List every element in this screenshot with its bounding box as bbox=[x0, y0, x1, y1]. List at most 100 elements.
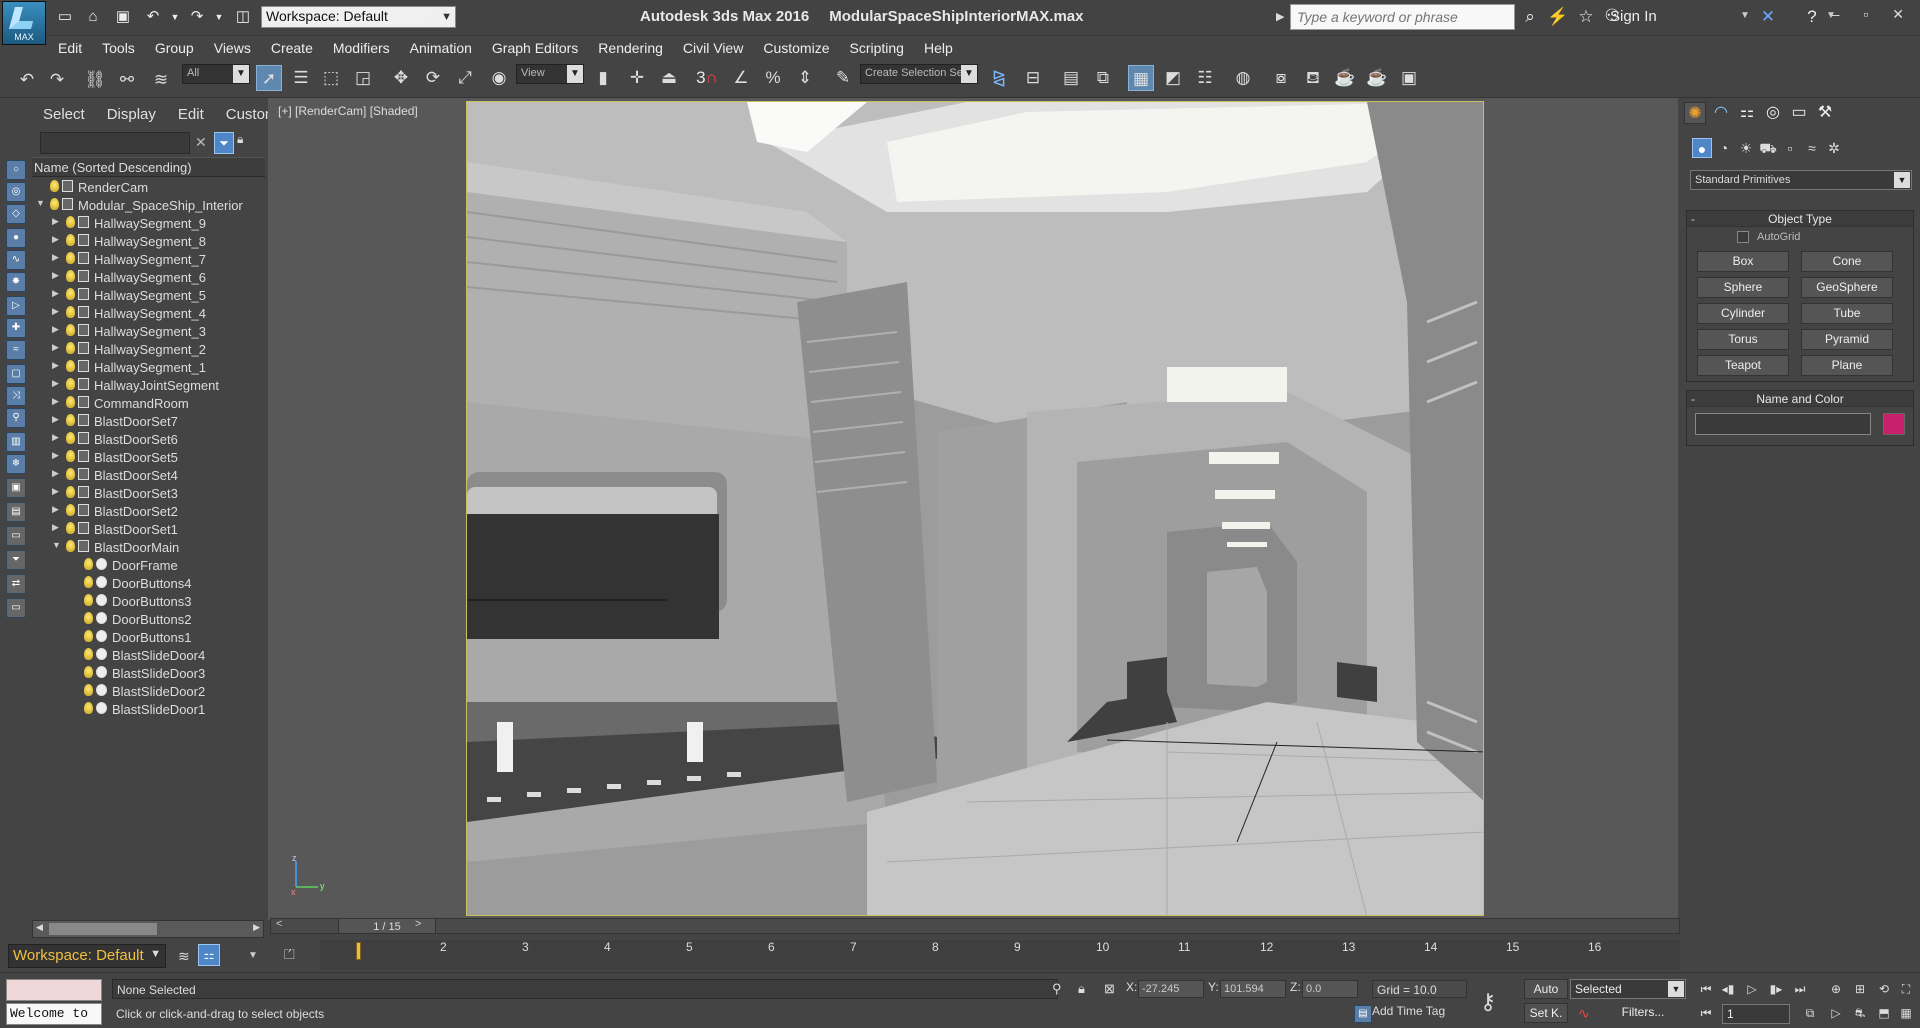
hidden-filter-icon[interactable]: ▣ bbox=[6, 478, 26, 498]
expand-arrow-icon[interactable]: ▶ bbox=[52, 306, 59, 317]
tree-row[interactable]: ▶ HallwaySegment_1 bbox=[32, 359, 265, 377]
display-tab-icon[interactable]: ▭ bbox=[1788, 102, 1810, 124]
time-config-icon[interactable]: ⧉ bbox=[1800, 1003, 1820, 1023]
expand-arrow-icon[interactable]: ▶ bbox=[52, 342, 59, 353]
bind-space-warp-icon[interactable]: ≋ bbox=[148, 67, 174, 93]
render-in-cloud-icon[interactable]: ▣ bbox=[1396, 65, 1422, 91]
select-object-icon[interactable]: ➚ bbox=[256, 65, 282, 91]
render-iterative-icon[interactable]: ☕ bbox=[1364, 65, 1390, 91]
expand-arrow-icon[interactable]: ▶ bbox=[52, 468, 59, 479]
object-type-header[interactable]: - Object Type bbox=[1687, 211, 1913, 227]
select-and-rotate-icon[interactable]: ⟳ bbox=[420, 65, 446, 91]
binoculars-icon[interactable]: ⌕ bbox=[1518, 5, 1542, 29]
space-warps-icon[interactable]: ≈ bbox=[1802, 138, 1822, 158]
filter-toggle-icon[interactable]: ⏷ bbox=[6, 550, 26, 570]
favorites-star-icon[interactable]: ☆ bbox=[1574, 5, 1598, 29]
material-editor-icon[interactable]: ◍ bbox=[1230, 65, 1256, 91]
utilities-tab-icon[interactable]: ⚒ bbox=[1814, 102, 1836, 124]
set-key-button[interactable]: Set K. bbox=[1524, 1003, 1568, 1023]
visibility-bulb-icon[interactable] bbox=[66, 306, 75, 318]
visibility-bulb-icon[interactable] bbox=[84, 576, 93, 588]
selection-lock-icon[interactable]: 🔒︎ bbox=[1078, 981, 1085, 997]
tree-row[interactable]: BlastSlideDoor4 bbox=[32, 647, 265, 665]
visibility-bulb-icon[interactable] bbox=[66, 234, 75, 246]
absolute-mode-icon[interactable]: ⊠ bbox=[1104, 981, 1115, 997]
next-frame-icon[interactable]: ▮▸ bbox=[1766, 979, 1786, 999]
time-cursor[interactable] bbox=[356, 942, 361, 960]
x-coordinate-field[interactable]: -27.245 bbox=[1138, 980, 1204, 998]
tube-button[interactable]: Tube bbox=[1801, 303, 1893, 324]
viewport-render[interactable] bbox=[466, 101, 1484, 916]
tree-row[interactable]: DoorFrame bbox=[32, 557, 265, 575]
explorer-menu-edit[interactable]: Edit bbox=[167, 106, 215, 123]
tree-row[interactable]: BlastSlideDoor1 bbox=[32, 701, 265, 719]
render-setup-icon[interactable]: ⧇ bbox=[1268, 65, 1294, 91]
go-to-start-icon[interactable]: ⏮ bbox=[1696, 979, 1716, 999]
visibility-bulb-icon[interactable] bbox=[66, 486, 75, 498]
expand-arrow-icon[interactable]: ▶ bbox=[52, 414, 59, 425]
tree-row[interactable]: ▶ BlastDoorSet7 bbox=[32, 413, 265, 431]
expand-arrow-icon[interactable]: ▶ bbox=[52, 360, 59, 371]
tree-row[interactable]: ▶ BlastDoorSet4 bbox=[32, 467, 265, 485]
align-icon[interactable]: ⊟ bbox=[1020, 65, 1046, 91]
mini-curve-editor-icon[interactable]: ⏍ bbox=[284, 946, 295, 963]
named-selection-dropdown[interactable]: Create Selection Se ▼ bbox=[860, 64, 978, 84]
geometry-icon[interactable]: ● bbox=[1692, 138, 1712, 158]
tree-row[interactable]: DoorButtons2 bbox=[32, 611, 265, 629]
options-icon[interactable]: ▭ bbox=[6, 598, 26, 618]
zoom-icon[interactable]: ⊕ bbox=[1826, 979, 1846, 999]
time-slider[interactable] bbox=[270, 918, 1680, 934]
menu-tools[interactable]: Tools bbox=[92, 36, 145, 60]
viewport-layout-icon[interactable]: ▦ bbox=[1896, 1003, 1916, 1023]
clear-search-icon[interactable]: ✕ bbox=[195, 134, 207, 151]
shapes-filter-icon[interactable]: ∿ bbox=[6, 250, 26, 270]
app-menu-button[interactable]: MAX bbox=[2, 1, 46, 45]
select-and-place-icon[interactable]: ◉ bbox=[486, 65, 512, 91]
torus-button[interactable]: Torus bbox=[1697, 329, 1789, 350]
object-color-swatch[interactable] bbox=[1883, 413, 1905, 435]
helpers-icon[interactable]: ▫ bbox=[1780, 138, 1800, 158]
cameras-filter-icon[interactable]: ▷ bbox=[6, 296, 26, 316]
key-filters-button[interactable]: Filters... bbox=[1600, 1003, 1686, 1023]
menu-create[interactable]: Create bbox=[261, 36, 323, 60]
tree-row[interactable]: BlastSlideDoor2 bbox=[32, 683, 265, 701]
prev-frame-arrow-icon[interactable]: < bbox=[276, 918, 282, 930]
menu-civil-view[interactable]: Civil View bbox=[673, 36, 753, 60]
expand-arrow-icon[interactable]: ▶ bbox=[52, 234, 59, 245]
visibility-bulb-icon[interactable] bbox=[66, 450, 75, 462]
tree-row[interactable]: ▶ HallwaySegment_9 bbox=[32, 215, 265, 233]
tree-row[interactable]: ▶ HallwaySegment_2 bbox=[32, 341, 265, 359]
explorer-options-dropdown-icon[interactable]: ▼ bbox=[248, 950, 258, 961]
field-of-view-icon[interactable]: ⛶ bbox=[1896, 979, 1916, 999]
layers-icon[interactable]: ⧉ bbox=[1090, 65, 1116, 91]
visibility-bulb-icon[interactable] bbox=[66, 270, 75, 282]
expand-arrow-icon[interactable]: ▶ bbox=[52, 450, 59, 461]
expand-arrow-icon[interactable]: ▶ bbox=[52, 504, 59, 515]
display-none-icon[interactable]: ○ bbox=[6, 160, 26, 180]
visibility-bulb-icon[interactable] bbox=[66, 342, 75, 354]
bones-filter-icon[interactable]: ⚲ bbox=[6, 408, 26, 428]
tree-row[interactable]: ▶ HallwaySegment_4 bbox=[32, 305, 265, 323]
visibility-bulb-icon[interactable] bbox=[66, 540, 75, 552]
invert-display-icon[interactable]: ◇ bbox=[6, 204, 26, 224]
visibility-bulb-icon[interactable] bbox=[66, 288, 75, 300]
layer-explorer-icon[interactable]: ▤ bbox=[1058, 65, 1084, 91]
exchange-apps-icon[interactable]: ✕ bbox=[1756, 5, 1780, 29]
motion-tab-icon[interactable]: ◎ bbox=[1762, 102, 1784, 124]
zoom-all-icon[interactable]: ⊞ bbox=[1850, 979, 1870, 999]
percent-snap-icon[interactable]: % bbox=[760, 65, 786, 91]
visibility-bulb-icon[interactable] bbox=[50, 198, 59, 210]
groups-filter-icon[interactable]: ▢ bbox=[6, 364, 26, 384]
next-frame-arrow-icon[interactable]: > bbox=[415, 918, 421, 930]
tree-row[interactable]: RenderCam bbox=[32, 179, 265, 197]
maxscript-listener-output[interactable]: Welcome to bbox=[6, 1003, 102, 1025]
visibility-bulb-icon[interactable] bbox=[84, 666, 93, 678]
shapes-icon[interactable]: ◔ bbox=[1714, 138, 1734, 158]
pivot-center-icon[interactable]: ▮ bbox=[590, 65, 616, 91]
keyboard-shortcut-override-icon[interactable]: ⏏ bbox=[656, 65, 682, 91]
help-icon[interactable]: ? bbox=[1800, 5, 1824, 29]
tree-row[interactable]: ▶ CommandRoom bbox=[32, 395, 265, 413]
redo-icon[interactable]: ↷ bbox=[44, 67, 70, 93]
z-coordinate-field[interactable]: 0.0 bbox=[1302, 980, 1358, 998]
visibility-bulb-icon[interactable] bbox=[66, 504, 75, 516]
